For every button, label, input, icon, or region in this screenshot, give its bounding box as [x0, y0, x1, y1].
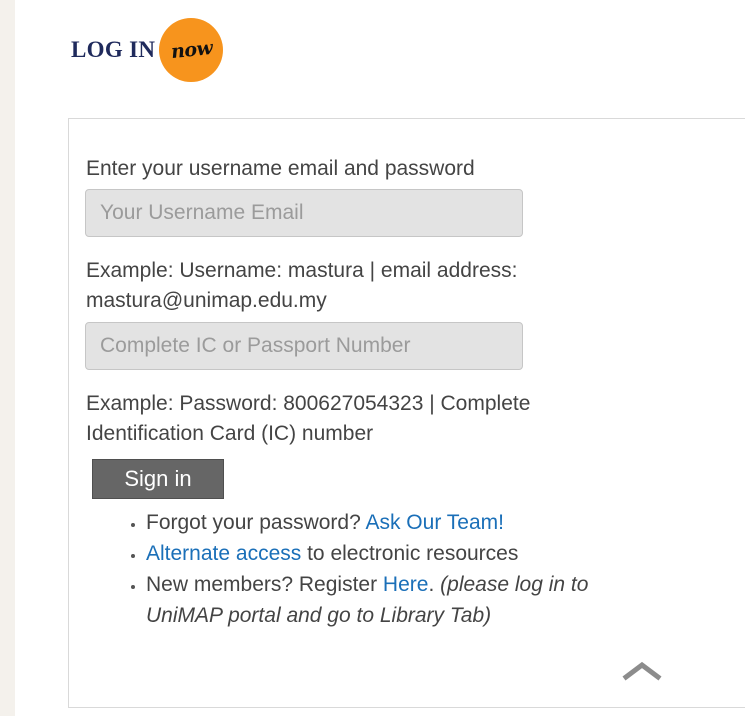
register-note-line-2: UniMAP portal and go to Library Tab) — [146, 604, 492, 627]
login-panel: Enter your username email and password E… — [68, 118, 745, 708]
chevron-up-icon[interactable] — [622, 659, 662, 681]
username-hint-line-1: Example: Username: mastura | email addre… — [86, 259, 518, 282]
now-badge-icon: now — [159, 18, 224, 82]
username-hint: Example: Username: mastura | email addre… — [86, 256, 726, 316]
ask-our-team-link[interactable]: Ask Our Team! — [365, 511, 504, 534]
login-prompt: Enter your username email and password — [86, 157, 475, 180]
login-now-logo: LOG IN now — [71, 18, 224, 82]
password-input[interactable] — [85, 322, 523, 370]
password-hint-line-1: Example: Password: 800627054323 | Comple… — [86, 392, 531, 415]
username-email-input[interactable] — [85, 189, 523, 237]
register-period: . — [428, 573, 435, 596]
forgot-password-text: Forgot your password? — [146, 511, 361, 534]
page: LOG IN now Enter your username email and… — [15, 0, 745, 716]
register-here-link[interactable]: Here — [383, 573, 429, 596]
alternate-access-text: to electronic resources — [307, 542, 519, 565]
now-badge-text: now — [169, 36, 213, 64]
list-item-forgot-password: Forgot your password? Ask Our Team! — [146, 507, 745, 538]
register-note-line-1: (please log in to — [440, 573, 589, 596]
register-text: New members? Register — [146, 573, 378, 596]
password-hint-line-2: Identification Card (IC) number — [86, 422, 374, 445]
logo-text: LOG IN — [71, 37, 156, 62]
list-item-alternate-access: Alternate access to electronic resources — [146, 538, 745, 569]
list-item-register: New members? Register Here. (please log … — [146, 569, 745, 631]
alternate-access-link[interactable]: Alternate access — [146, 542, 301, 565]
help-links-list: Forgot your password? Ask Our Team! Alte… — [121, 507, 745, 631]
password-hint: Example: Password: 800627054323 | Comple… — [86, 389, 726, 449]
sign-in-button[interactable]: Sign in — [92, 459, 224, 499]
username-hint-line-2: mastura@unimap.edu.my — [86, 289, 327, 312]
